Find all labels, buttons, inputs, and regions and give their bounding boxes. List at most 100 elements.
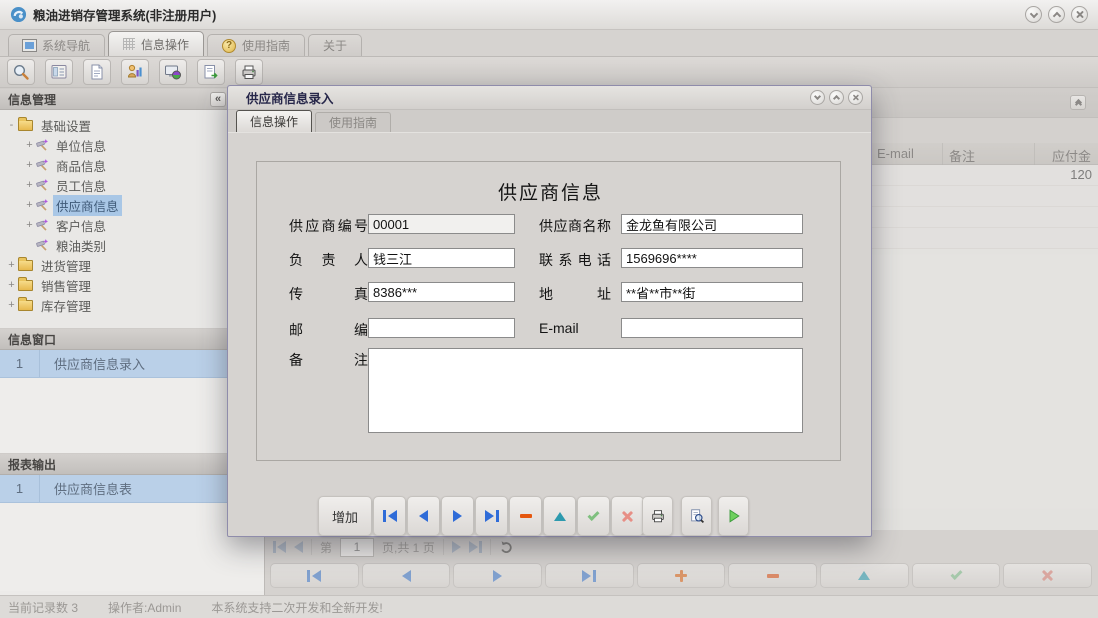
next-page-icon[interactable] (452, 541, 461, 553)
expander[interactable]: + (24, 139, 35, 151)
form-icon[interactable] (45, 59, 73, 85)
zip-field[interactable] (368, 318, 515, 338)
report-output-header: 报表输出 (0, 453, 264, 475)
refresh-icon[interactable] (499, 540, 514, 555)
tool-icon (35, 218, 49, 232)
printer-icon[interactable] (235, 59, 263, 85)
doc-export-icon[interactable] (197, 59, 225, 85)
expander[interactable]: - (6, 119, 17, 131)
tree-item-grain-category[interactable]: 粮油类别 (0, 235, 264, 255)
tree-item-sales-mgmt[interactable]: + 销售管理 (0, 275, 264, 295)
expander[interactable]: + (6, 299, 17, 311)
folder-icon (18, 120, 33, 131)
tool-icon (35, 158, 49, 172)
address-field[interactable] (621, 282, 803, 302)
dialog-maximize-icon[interactable] (829, 90, 844, 105)
preview-button[interactable] (681, 496, 712, 536)
page-number-input[interactable] (340, 538, 374, 557)
supplier-name-field[interactable] (621, 214, 803, 234)
tool-icon (35, 198, 49, 212)
tree-item-basic-settings[interactable]: - 基础设置 (0, 115, 264, 135)
supplier-entry-dialog: 供应商信息录入 信息操作 使用指南 供应商信息 供应商编号 供应商名称 负责人 … (227, 85, 872, 537)
status-message: 本系统支持二次开发和全新开发! (211, 599, 382, 616)
dialog-tab-user-guide[interactable]: 使用指南 (315, 112, 391, 132)
record-nav-bar (270, 563, 1092, 588)
document-icon[interactable] (83, 59, 111, 85)
tab-system-nav[interactable]: 系统导航 (8, 34, 105, 56)
phone-label: 联系电话 (539, 250, 611, 270)
supplier-no-field[interactable] (368, 214, 515, 234)
manager-field[interactable] (368, 248, 515, 268)
panel-title: 报表输出 (8, 456, 56, 473)
last-record-button[interactable] (545, 563, 634, 588)
collapse-up-icon[interactable] (1070, 95, 1086, 110)
tool-icon (35, 178, 49, 192)
prev-page-icon[interactable] (294, 541, 303, 553)
run-button[interactable] (718, 496, 749, 536)
tab-label: 系统导航 (42, 37, 90, 54)
remark-field[interactable] (368, 348, 803, 433)
edit-record-button[interactable] (820, 563, 909, 588)
play-icon (726, 508, 742, 524)
remove-record-button[interactable] (728, 563, 817, 588)
collapse-left-icon[interactable]: « (210, 92, 226, 107)
list-item-supplier-report[interactable]: 1 供应商信息表 (0, 475, 264, 503)
tree-item-supplier-info[interactable]: + 供应商信息 (0, 195, 264, 215)
edit-button[interactable] (543, 496, 576, 536)
dialog-close-icon[interactable] (848, 90, 863, 105)
last-page-icon[interactable] (469, 541, 482, 553)
delete-button[interactable] (509, 496, 542, 536)
pagination-bar: 第 页,共 1 页 (273, 535, 514, 559)
cancel-record-button[interactable] (1003, 563, 1092, 588)
tree-item-purchase-mgmt[interactable]: + 进货管理 (0, 255, 264, 275)
prev-button[interactable] (407, 496, 440, 536)
expander[interactable]: + (24, 159, 35, 171)
manager-label: 负责人 (289, 250, 368, 270)
dialog-title-bar[interactable]: 供应商信息录入 (228, 86, 871, 110)
cancel-button[interactable] (611, 496, 644, 536)
expander[interactable]: + (24, 179, 35, 191)
next-record-button[interactable] (453, 563, 542, 588)
first-record-button[interactable] (270, 563, 359, 588)
prev-record-button[interactable] (362, 563, 451, 588)
print-button[interactable] (642, 496, 673, 536)
tree-item-inventory-mgmt[interactable]: + 库存管理 (0, 295, 264, 315)
tree-item-product-info[interactable]: + 商品信息 (0, 155, 264, 175)
tree-item-customer-info[interactable]: + 客户信息 (0, 215, 264, 235)
column-header-remark: 备注 (949, 146, 975, 165)
info-window-list: 1 供应商信息录入 (0, 350, 264, 453)
tree-item-unit-info[interactable]: + 单位信息 (0, 135, 264, 155)
monitor-globe-icon[interactable] (159, 59, 187, 85)
search-icon[interactable] (7, 59, 35, 85)
maximize-icon[interactable] (1048, 6, 1065, 23)
user-chart-icon[interactable] (121, 59, 149, 85)
expander[interactable]: + (6, 279, 17, 291)
first-button[interactable] (373, 496, 406, 536)
email-field[interactable] (621, 318, 803, 338)
minimize-icon[interactable] (1025, 6, 1042, 23)
tab-about[interactable]: 关于 (308, 34, 362, 56)
grid-icon (123, 38, 135, 50)
add-record-button[interactable] (637, 563, 726, 588)
expander[interactable]: + (24, 199, 35, 211)
tree-item-employee-info[interactable]: + 员工信息 (0, 175, 264, 195)
tab-user-guide[interactable]: ? 使用指南 (207, 34, 305, 56)
tool-icon (35, 238, 49, 252)
tab-info-operation[interactable]: 信息操作 (108, 31, 204, 56)
fax-field[interactable] (368, 282, 515, 302)
dialog-tab-info-operation[interactable]: 信息操作 (236, 110, 312, 132)
dialog-title: 供应商信息录入 (246, 88, 334, 107)
add-button[interactable]: 增加 (318, 496, 372, 536)
expander[interactable]: + (24, 219, 35, 231)
first-page-icon[interactable] (273, 541, 286, 553)
list-item-supplier-entry[interactable]: 1 供应商信息录入 (0, 350, 264, 378)
phone-field[interactable] (621, 248, 803, 268)
last-button[interactable] (475, 496, 508, 536)
next-button[interactable] (441, 496, 474, 536)
expander[interactable]: + (6, 259, 17, 271)
close-icon[interactable] (1071, 6, 1088, 23)
confirm-record-button[interactable] (912, 563, 1001, 588)
dialog-minimize-icon[interactable] (810, 90, 825, 105)
report-output-list: 1 供应商信息表 (0, 475, 264, 591)
confirm-button[interactable] (577, 496, 610, 536)
